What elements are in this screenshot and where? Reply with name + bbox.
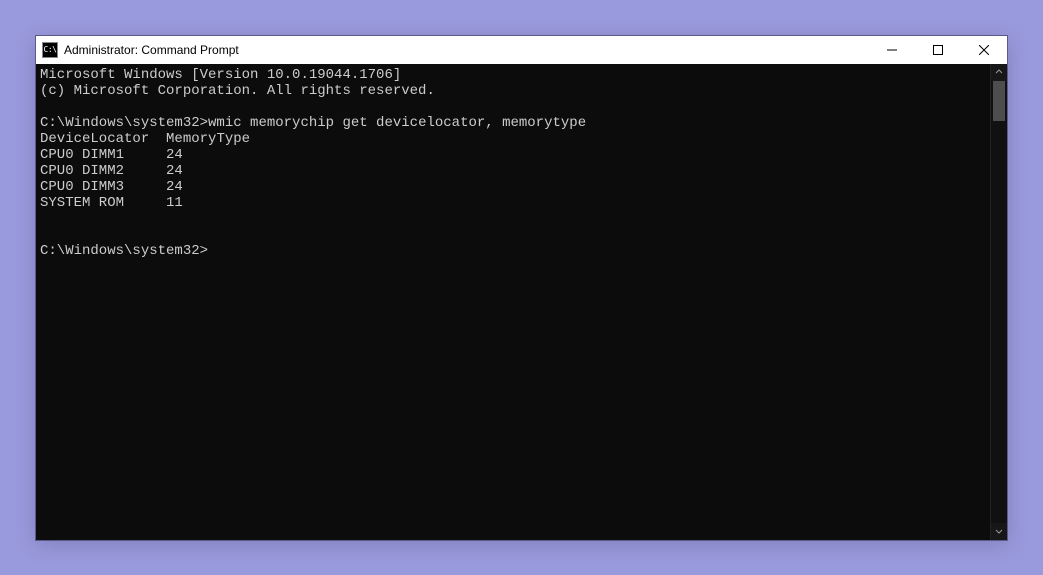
table-row: SYSTEM ROM 11	[40, 195, 183, 211]
scroll-up-button[interactable]	[991, 64, 1007, 81]
scroll-track[interactable]	[991, 81, 1007, 523]
chevron-up-icon	[995, 68, 1003, 76]
column-header-1: DeviceLocator	[40, 131, 149, 147]
scroll-thumb[interactable]	[993, 81, 1005, 121]
chevron-down-icon	[995, 527, 1003, 535]
minimize-button[interactable]	[869, 36, 915, 64]
command-text: wmic memorychip get devicelocator, memor…	[208, 115, 586, 131]
maximize-icon	[933, 45, 943, 55]
vertical-scrollbar[interactable]	[990, 64, 1007, 540]
prompt: C:\Windows\system32>	[40, 243, 208, 259]
table-row: CPU0 DIMM1 24	[40, 147, 183, 163]
close-icon	[979, 45, 989, 55]
copyright-line: (c) Microsoft Corporation. All rights re…	[40, 83, 435, 99]
client-area: Microsoft Windows [Version 10.0.19044.17…	[36, 64, 1007, 540]
os-version-line: Microsoft Windows [Version 10.0.19044.17…	[40, 67, 401, 83]
command-prompt-window: C:\ Administrator: Command Prompt Micros…	[35, 35, 1008, 541]
scroll-down-button[interactable]	[991, 523, 1007, 540]
prompt: C:\Windows\system32>	[40, 115, 208, 131]
column-header-2: MemoryType	[166, 131, 250, 147]
minimize-icon	[887, 45, 897, 55]
maximize-button[interactable]	[915, 36, 961, 64]
table-row: CPU0 DIMM3 24	[40, 179, 183, 195]
table-row: CPU0 DIMM2 24	[40, 163, 183, 179]
titlebar[interactable]: C:\ Administrator: Command Prompt	[36, 36, 1007, 64]
cmd-icon: C:\	[42, 42, 58, 58]
terminal-output[interactable]: Microsoft Windows [Version 10.0.19044.17…	[36, 64, 990, 540]
window-title: Administrator: Command Prompt	[64, 43, 239, 57]
close-button[interactable]	[961, 36, 1007, 64]
